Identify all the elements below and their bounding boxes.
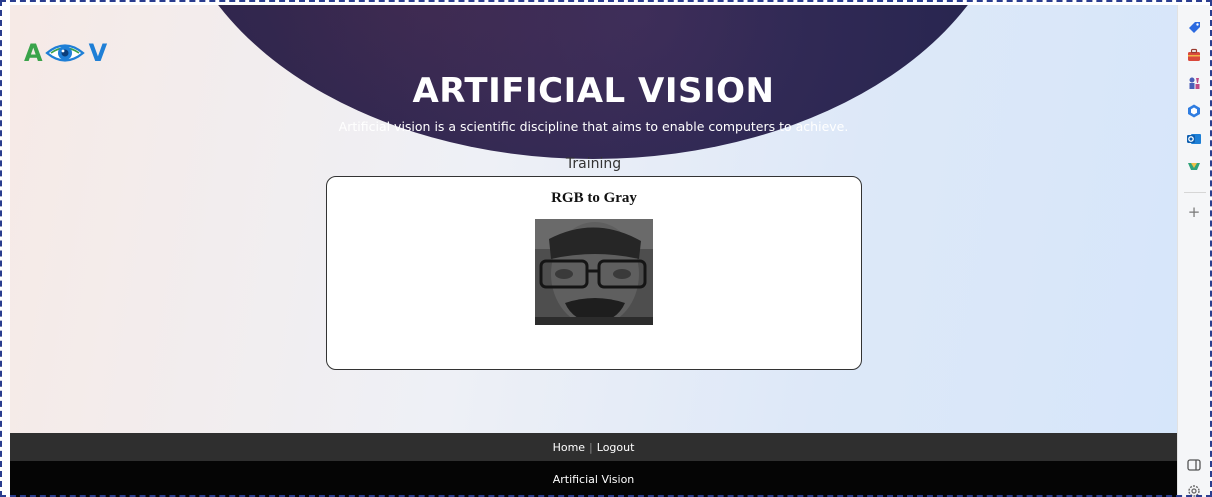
footer-nav: Home | Logout (10, 433, 1177, 461)
shopping-icon[interactable] (1186, 159, 1202, 175)
hero-subtitle: Artificial vision is a scientific discip… (338, 119, 849, 134)
home-link[interactable]: Home (553, 441, 585, 454)
result-card: RGB to Gray (326, 176, 862, 370)
panel-icon[interactable] (1186, 457, 1202, 473)
section-label: Training (565, 156, 622, 172)
logo-letter-a: A (24, 39, 43, 67)
hero-title: ARTIFICIAL VISION (412, 71, 775, 111)
copilot-icon[interactable] (1186, 103, 1202, 119)
sidebar-divider (1184, 192, 1206, 193)
briefcase-icon[interactable] (1186, 47, 1202, 63)
tag-icon[interactable] (1186, 20, 1202, 36)
page: ARTIFICIAL VISION Artificial vision is a… (10, 5, 1177, 497)
site-logo[interactable]: A V (24, 38, 124, 68)
logo-letter-v: V (88, 39, 108, 67)
chess-pieces-icon[interactable] (1186, 75, 1202, 91)
settings-icon[interactable] (1186, 483, 1202, 497)
browser-sidebar: + (1177, 5, 1210, 497)
eye-icon (44, 44, 85, 62)
logout-link[interactable]: Logout (597, 441, 635, 454)
footer-bottom: Artificial Vision (10, 461, 1177, 497)
plus-icon[interactable]: + (1186, 204, 1202, 220)
footer-brand-text: Artificial Vision (552, 472, 635, 486)
grayscale-face-photo (535, 219, 653, 325)
outlook-icon[interactable] (1186, 131, 1202, 147)
nav-separator: | (589, 440, 593, 454)
card-title: RGB to Gray (551, 190, 637, 206)
